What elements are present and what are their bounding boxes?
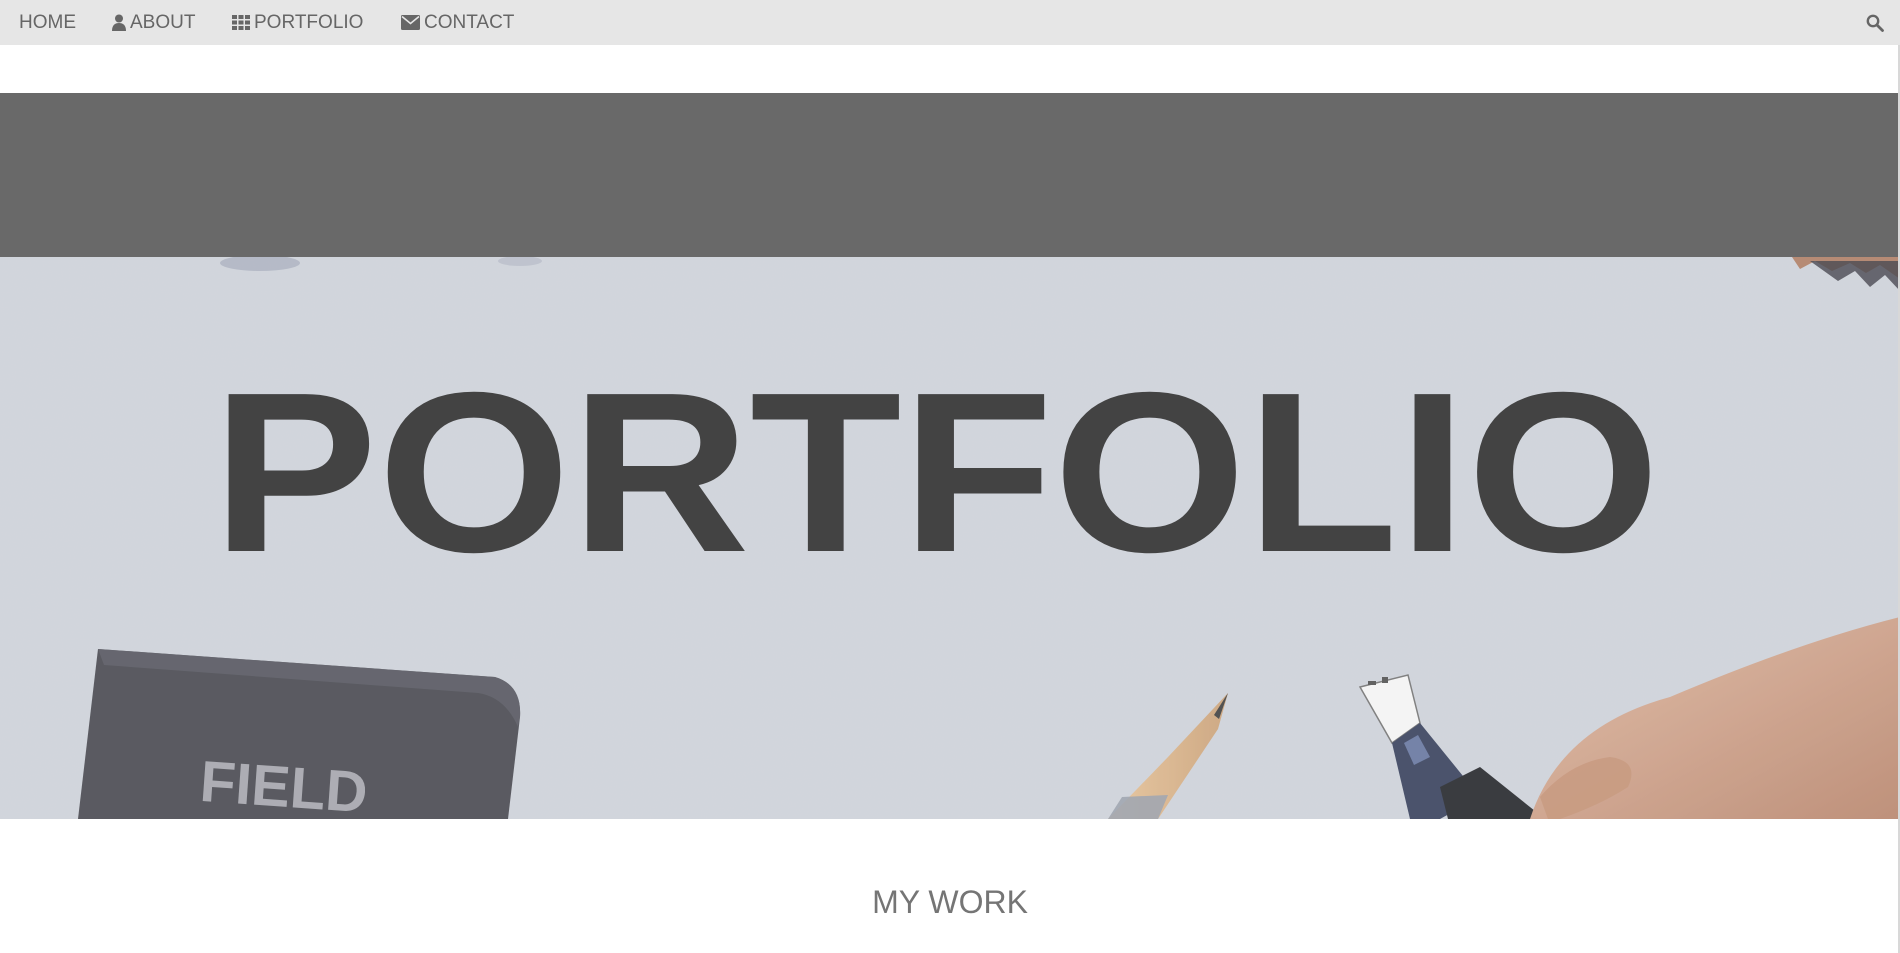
search-icon xyxy=(1866,14,1884,32)
section-title-my-work: MY WORK xyxy=(872,884,1028,920)
nav-contact-label: CONTACT xyxy=(424,11,515,33)
user-icon xyxy=(112,14,126,31)
nav-about-link[interactable]: ABOUT xyxy=(112,0,195,45)
hero-image: PORTFOLIO FIELD xyxy=(0,257,1900,819)
nav-home-link[interactable]: HOME xyxy=(19,0,76,45)
envelope-icon xyxy=(401,15,420,30)
search-button[interactable] xyxy=(1866,0,1884,45)
nav-portfolio-label: PORTFOLIO xyxy=(254,11,364,33)
grid-icon xyxy=(232,15,250,30)
nav-portfolio-link[interactable]: PORTFOLIO xyxy=(232,0,363,45)
top-navigation-bar: HOME ABOUT PORTFOLIO CONTACT xyxy=(0,0,1900,45)
nav-contact-link[interactable]: CONTACT xyxy=(401,0,514,45)
nav-about-label: ABOUT xyxy=(130,11,196,33)
nav-home-label: HOME xyxy=(19,11,76,33)
hero-dark-band xyxy=(0,93,1900,257)
